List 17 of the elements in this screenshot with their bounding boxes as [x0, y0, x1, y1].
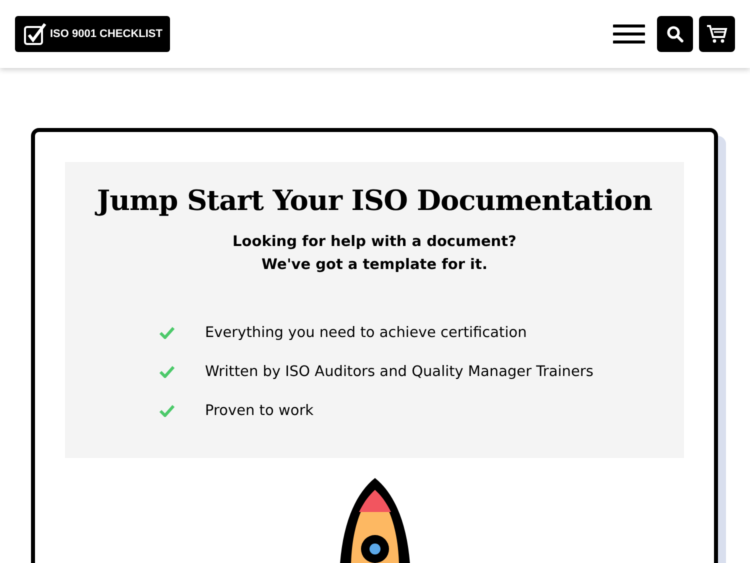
- search-icon: [666, 25, 684, 43]
- subtitle-line: We've got a template for it.: [260, 256, 488, 275]
- checkbox-icon: [23, 22, 47, 46]
- check-icon: [159, 326, 175, 339]
- heading: Jump Start Your ISO Documentation: [94, 184, 654, 217]
- logo-text: ISO 9001 CHECKLIST: [50, 28, 162, 40]
- check-icon: [159, 365, 175, 378]
- feature-text: Proven to work: [205, 402, 314, 418]
- logo-link[interactable]: ISO 9001 CHECKLIST: [15, 16, 170, 52]
- cart-icon: [706, 24, 728, 44]
- check-icon: [159, 404, 175, 417]
- feature-text: Written by ISO Auditors and Quality Manager Trainers: [205, 364, 594, 380]
- subtitle-line: Looking for help with a document?: [232, 233, 518, 252]
- cart-button[interactable]: [699, 16, 735, 52]
- menu-icon: [613, 24, 645, 44]
- feature-text: Everything you need to achieve certification: [205, 324, 527, 340]
- search-button[interactable]: [657, 16, 693, 52]
